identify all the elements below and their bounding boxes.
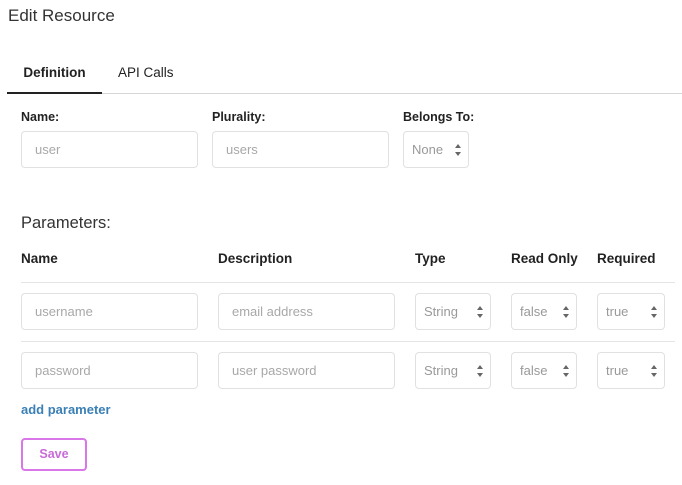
select-arrows-icon <box>562 305 570 319</box>
tab-api-calls[interactable]: API Calls <box>118 58 174 94</box>
belongs-to-label: Belongs To: <box>403 110 475 124</box>
resource-name-input[interactable] <box>21 131 198 168</box>
param-read-only-select[interactable]: false <box>511 293 577 330</box>
param-read-only-select[interactable]: false <box>511 352 577 389</box>
param-description-input[interactable] <box>218 293 395 330</box>
param-required-select[interactable]: true <box>597 293 665 330</box>
param-type-select[interactable]: String <box>415 352 491 389</box>
plurality-input[interactable] <box>212 131 389 168</box>
select-arrows-icon <box>562 364 570 378</box>
save-button[interactable]: Save <box>21 438 87 471</box>
select-arrows-icon <box>650 364 658 378</box>
col-header-name: Name <box>21 251 58 266</box>
name-label: Name: <box>21 110 60 124</box>
param-required-value: true <box>606 363 629 378</box>
belongs-to-select[interactable]: None <box>403 131 469 168</box>
param-read-only-value: false <box>520 304 548 319</box>
add-parameter-link[interactable]: add parameter <box>21 402 111 417</box>
col-header-required: Required <box>597 251 656 266</box>
row-divider <box>21 282 675 283</box>
param-read-only-value: false <box>520 363 548 378</box>
param-required-select[interactable]: true <box>597 352 665 389</box>
col-header-description: Description <box>218 251 293 266</box>
select-arrows-icon <box>650 305 658 319</box>
row-divider <box>21 341 675 342</box>
param-required-value: true <box>606 304 629 319</box>
param-type-value: String <box>424 304 458 319</box>
param-type-value: String <box>424 363 458 378</box>
plurality-label: Plurality: <box>212 110 266 124</box>
col-header-read-only: Read Only <box>511 251 578 266</box>
page-title: Edit Resource <box>8 6 115 25</box>
tab-bar: Definition API Calls <box>7 58 682 94</box>
select-arrows-icon <box>454 143 462 157</box>
parameters-title: Parameters: <box>21 214 111 232</box>
col-header-type: Type <box>415 251 446 266</box>
belongs-to-value: None <box>412 142 444 157</box>
select-arrows-icon <box>476 364 484 378</box>
param-type-select[interactable]: String <box>415 293 491 330</box>
param-description-input[interactable] <box>218 352 395 389</box>
tab-definition[interactable]: Definition <box>7 58 102 94</box>
select-arrows-icon <box>476 305 484 319</box>
param-name-input[interactable] <box>21 293 198 330</box>
param-name-input[interactable] <box>21 352 198 389</box>
